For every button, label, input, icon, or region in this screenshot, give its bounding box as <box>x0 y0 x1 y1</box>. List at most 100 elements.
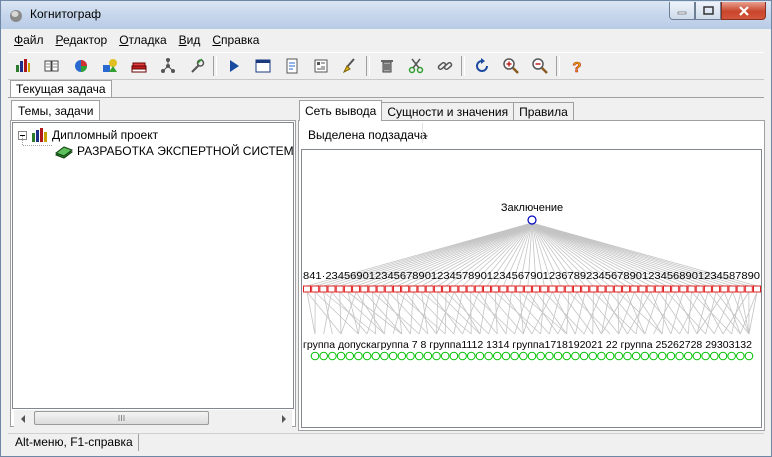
intermediate-node[interactable] <box>663 285 671 293</box>
scroll-left-button[interactable] <box>14 410 31 427</box>
horizontal-scrollbar[interactable] <box>14 410 292 427</box>
intermediate-node[interactable] <box>646 285 655 293</box>
minimize-button[interactable] <box>669 2 695 20</box>
group-node[interactable] <box>597 351 606 361</box>
tab-topics-tasks[interactable]: Темы, задачи <box>11 100 101 121</box>
intermediate-node[interactable] <box>712 285 721 293</box>
group-node[interactable] <box>579 351 589 361</box>
intermediate-node[interactable] <box>671 285 680 293</box>
intermediate-node[interactable] <box>303 285 311 293</box>
intermediate-node[interactable] <box>695 285 704 293</box>
menu-item-3[interactable]: Вид <box>173 31 207 50</box>
group-node[interactable] <box>519 351 528 361</box>
intermediate-node[interactable] <box>335 285 344 293</box>
group-node[interactable] <box>475 351 485 361</box>
intermediate-node[interactable] <box>417 285 426 293</box>
group-node[interactable] <box>553 351 563 361</box>
group-node[interactable] <box>623 351 632 361</box>
intermediate-node[interactable] <box>425 285 434 293</box>
books-button[interactable] <box>124 54 153 78</box>
group-node[interactable] <box>649 351 658 361</box>
group-node[interactable] <box>423 351 433 361</box>
group-node[interactable] <box>328 351 337 361</box>
group-node[interactable] <box>588 351 598 361</box>
maximize-button[interactable] <box>695 2 721 20</box>
group-node[interactable] <box>718 351 728 361</box>
intermediate-node[interactable] <box>409 285 418 293</box>
intermediate-node[interactable] <box>458 285 467 293</box>
intermediate-node[interactable] <box>532 285 541 293</box>
menu-item-0[interactable]: Файл <box>8 31 50 50</box>
group-node[interactable] <box>354 351 363 361</box>
intermediate-node[interactable] <box>474 285 483 293</box>
intermediate-node[interactable] <box>597 285 606 293</box>
group-node[interactable] <box>510 351 519 361</box>
refresh-button[interactable] <box>467 54 496 78</box>
group-node[interactable] <box>310 351 320 361</box>
intermediate-node[interactable] <box>540 285 549 293</box>
wrench-button[interactable] <box>182 54 211 78</box>
pie-button[interactable] <box>66 54 95 78</box>
intermediate-node[interactable] <box>376 285 385 293</box>
group-node[interactable] <box>397 351 407 361</box>
intermediate-node[interactable] <box>728 285 737 293</box>
intermediate-node[interactable] <box>744 285 753 293</box>
network-canvas[interactable]: Заключение 841·2345690123456789012345789… <box>301 149 762 428</box>
scrollbar-thumb[interactable] <box>34 411 209 425</box>
trash-button[interactable] <box>372 54 401 78</box>
intermediate-node[interactable] <box>515 285 524 293</box>
group-node[interactable] <box>701 351 710 361</box>
window-button[interactable] <box>248 54 277 78</box>
intermediate-node[interactable] <box>679 285 688 293</box>
intermediate-node[interactable] <box>630 285 639 293</box>
group-node[interactable] <box>345 351 355 361</box>
group-node[interactable] <box>605 351 615 361</box>
group-node[interactable] <box>336 351 346 361</box>
group-node[interactable] <box>727 351 736 361</box>
group-node[interactable] <box>631 351 641 361</box>
help-button[interactable]: ? <box>562 54 591 78</box>
conclusion-node[interactable] <box>527 215 537 225</box>
tree-item-task[interactable]: РАЗРАБОТКА ЭКСПЕРТНОЙ СИСТЕМЫ <box>54 143 293 159</box>
group-node[interactable] <box>466 351 476 361</box>
intermediate-node[interactable] <box>491 285 500 293</box>
group-node[interactable] <box>432 351 441 361</box>
intermediate-node[interactable] <box>654 285 663 293</box>
group-node[interactable] <box>440 351 450 361</box>
intermediate-node[interactable] <box>384 285 393 293</box>
intermediate-node[interactable] <box>622 285 631 293</box>
intermediate-node[interactable] <box>736 285 745 293</box>
group-node[interactable] <box>536 351 545 361</box>
intermediate-node[interactable] <box>319 285 328 293</box>
intermediate-node[interactable] <box>720 285 729 293</box>
intermediate-node[interactable] <box>433 285 442 293</box>
link-button[interactable] <box>430 54 459 78</box>
group-node[interactable] <box>736 351 745 361</box>
menu-item-2[interactable]: Отладка <box>113 31 172 50</box>
intermediate-node[interactable] <box>613 285 622 293</box>
network-graph[interactable]: Заключение 841·2345690123456789012345789… <box>302 150 761 427</box>
group-node[interactable] <box>501 351 511 361</box>
group-node[interactable] <box>692 351 702 361</box>
group-node[interactable] <box>371 351 381 361</box>
scroll-right-button[interactable] <box>275 410 292 427</box>
tab-entities-values[interactable]: Сущности и значения <box>381 102 515 121</box>
intermediate-node[interactable] <box>523 285 532 293</box>
group-node[interactable] <box>614 351 624 361</box>
group-node[interactable] <box>527 351 537 361</box>
group-node[interactable] <box>319 351 328 361</box>
tree-button[interactable] <box>153 54 182 78</box>
close-button[interactable] <box>721 2 766 20</box>
tab-rules[interactable]: Правила <box>513 102 574 121</box>
group-node[interactable] <box>640 351 650 361</box>
group-node[interactable] <box>388 351 398 361</box>
cut-button[interactable] <box>401 54 430 78</box>
brush-button[interactable] <box>335 54 364 78</box>
intermediate-node[interactable] <box>753 285 761 293</box>
properties-button[interactable] <box>306 54 335 78</box>
intermediate-node[interactable] <box>703 285 712 293</box>
document-button[interactable] <box>277 54 306 78</box>
intermediate-node[interactable] <box>352 285 361 293</box>
group-node[interactable] <box>362 351 372 361</box>
intermediate-node[interactable] <box>368 285 377 293</box>
